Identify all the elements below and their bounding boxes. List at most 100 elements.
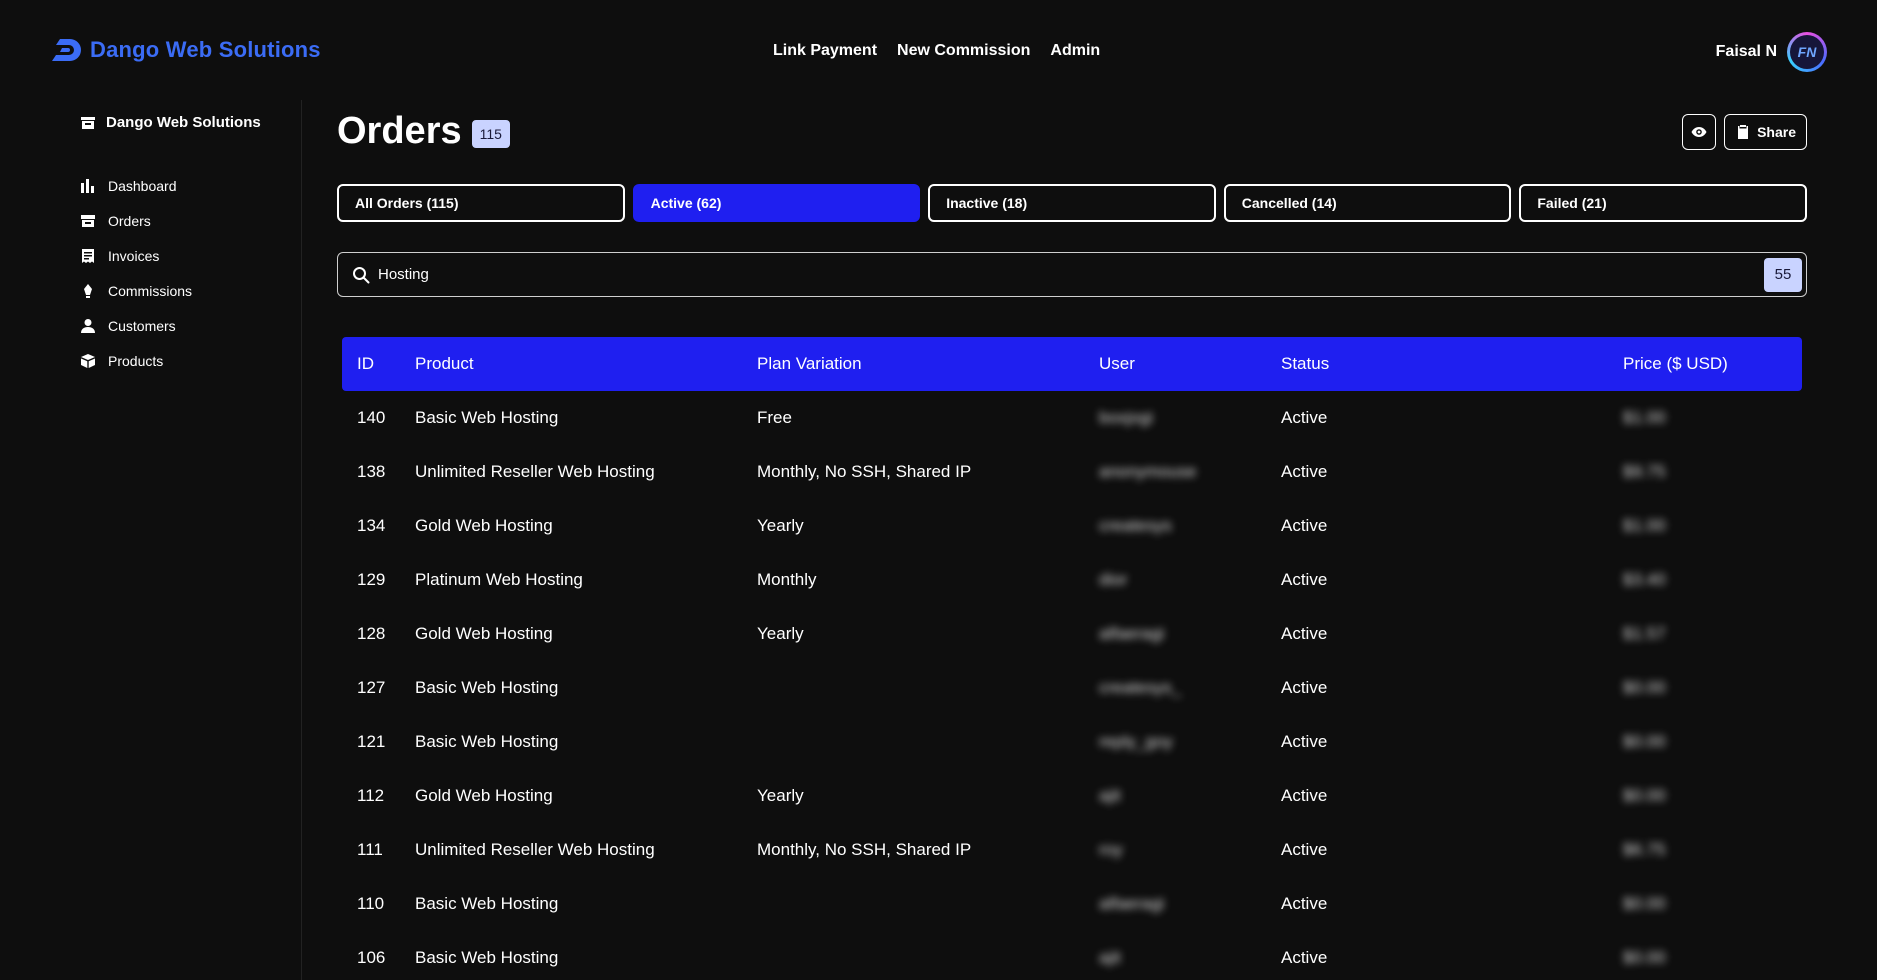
cell-product: Platinum Web Hosting bbox=[415, 570, 583, 589]
cell-id: 134 bbox=[357, 516, 386, 535]
sidebar-nav: Dashboard Orders Invoices Commissions Cu… bbox=[80, 168, 192, 378]
sidebar-item-commissions[interactable]: Commissions bbox=[80, 273, 192, 308]
table-row[interactable]: 127 Basic Web Hosting createsys_ Active $0.0… bbox=[342, 661, 1802, 715]
table-row[interactable]: 106 Basic Web Hosting ajit Active $0.00 bbox=[342, 931, 1802, 980]
cell-status: Active bbox=[1281, 624, 1328, 643]
cell-user: createsys bbox=[1099, 516, 1172, 535]
cell-plan: Free bbox=[757, 408, 792, 427]
col-header-id[interactable]: ID bbox=[342, 354, 415, 374]
cell-user: dior bbox=[1099, 570, 1128, 589]
sidebar-item-invoices[interactable]: Invoices bbox=[80, 238, 192, 273]
sidebar-item-dashboard[interactable]: Dashboard bbox=[80, 168, 192, 203]
cell-price: $0.00 bbox=[1623, 786, 1666, 805]
user-menu[interactable]: Faisal N FN bbox=[1716, 32, 1827, 72]
search-input[interactable] bbox=[378, 266, 1764, 283]
order-count-badge: 115 bbox=[471, 119, 510, 148]
share-button[interactable]: Share bbox=[1724, 114, 1807, 150]
cell-id: 111 bbox=[357, 840, 383, 859]
col-header-status[interactable]: Status bbox=[1281, 354, 1623, 374]
table-body: 140 Basic Web Hosting Free boxjogi Active $1.… bbox=[342, 391, 1802, 980]
cell-status: Active bbox=[1281, 516, 1328, 535]
table-row[interactable]: 128 Gold Web Hosting Yearly alfaeragi Active… bbox=[342, 607, 1802, 661]
search-bar: 55 bbox=[337, 252, 1807, 297]
cell-status: Active bbox=[1281, 840, 1328, 859]
col-header-price[interactable]: Price ($ USD) bbox=[1623, 354, 1802, 374]
cell-product: Unlimited Reseller Web Hosting bbox=[415, 462, 655, 481]
nav-new-commission[interactable]: New Commission bbox=[897, 42, 1030, 60]
cell-user: boxjogi bbox=[1099, 408, 1153, 427]
cell-id: 138 bbox=[357, 462, 386, 481]
bar-chart-icon bbox=[80, 178, 96, 194]
sidebar-org[interactable]: Dango Web Solutions bbox=[80, 114, 261, 131]
tab-all-orders[interactable]: All Orders (115) bbox=[337, 184, 625, 222]
sidebar-item-products[interactable]: Products bbox=[80, 343, 192, 378]
nav-link-payment[interactable]: Link Payment bbox=[773, 42, 877, 60]
share-label: Share bbox=[1757, 124, 1796, 140]
tab-active[interactable]: Active (62) bbox=[632, 184, 921, 222]
cell-price: $0.00 bbox=[1623, 894, 1666, 913]
cell-id: 140 bbox=[357, 408, 386, 427]
sidebar-item-orders[interactable]: Orders bbox=[80, 203, 192, 238]
cell-status: Active bbox=[1281, 894, 1328, 913]
col-header-plan[interactable]: Plan Variation bbox=[757, 354, 1099, 374]
cell-status: Active bbox=[1281, 948, 1328, 967]
table-row[interactable]: 129 Platinum Web Hosting Monthly dior Active… bbox=[342, 553, 1802, 607]
cell-id: 110 bbox=[357, 894, 385, 913]
eye-icon bbox=[1691, 127, 1707, 137]
cell-price: $6.75 bbox=[1623, 840, 1666, 859]
search-result-count: 55 bbox=[1764, 257, 1802, 292]
table-row[interactable]: 140 Basic Web Hosting Free boxjogi Active $1.… bbox=[342, 391, 1802, 445]
sidebar-org-name: Dango Web Solutions bbox=[106, 114, 261, 131]
table-row[interactable]: 138 Unlimited Reseller Web Hosting Monthly… bbox=[342, 445, 1802, 499]
col-header-product[interactable]: Product bbox=[415, 354, 757, 374]
page-actions: Share bbox=[1682, 114, 1807, 150]
cell-plan: Yearly bbox=[757, 516, 804, 535]
user-name: Faisal N bbox=[1715, 43, 1777, 60]
tab-cancelled[interactable]: Cancelled (14) bbox=[1223, 184, 1512, 222]
cell-price: $1.00 bbox=[1623, 408, 1666, 427]
cell-price: $3.40 bbox=[1623, 570, 1666, 589]
sidebar-item-label: Orders bbox=[108, 212, 151, 229]
sidebar: Dango Web Solutions Dashboard Orders Inv… bbox=[0, 100, 302, 980]
store-icon bbox=[80, 115, 96, 131]
col-header-user[interactable]: User bbox=[1099, 354, 1281, 374]
cell-price: $0.00 bbox=[1623, 948, 1666, 967]
title-row: Orders 115 bbox=[337, 110, 510, 153]
cell-price: $1.57 bbox=[1623, 624, 1666, 643]
table-row[interactable]: 111 Unlimited Reseller Web Hosting Monthly… bbox=[342, 823, 1802, 877]
cell-product: Gold Web Hosting bbox=[415, 624, 553, 643]
table-row[interactable]: 112 Gold Web Hosting Yearly ajit Active $0.00 bbox=[342, 769, 1802, 823]
cell-id: 129 bbox=[357, 570, 386, 589]
brand-logo-icon bbox=[52, 39, 81, 61]
cell-product: Basic Web Hosting bbox=[415, 408, 559, 427]
tab-failed[interactable]: Failed (21) bbox=[1519, 184, 1807, 222]
cell-status: Active bbox=[1281, 678, 1328, 697]
cell-user: anonymouse bbox=[1099, 462, 1197, 481]
tab-inactive[interactable]: Inactive (18) bbox=[928, 184, 1216, 222]
avatar[interactable]: FN bbox=[1787, 32, 1827, 72]
table-row[interactable]: 121 Basic Web Hosting reply_goy Active $0.00 bbox=[342, 715, 1802, 769]
cell-id: 112 bbox=[357, 786, 385, 805]
cell-id: 121 bbox=[357, 732, 386, 751]
cell-status: Active bbox=[1281, 786, 1328, 805]
top-nav: Link Payment New Commission Admin bbox=[773, 42, 1100, 60]
table-row[interactable]: 110 Basic Web Hosting alfaeragi Active $0.00 bbox=[342, 877, 1802, 931]
search-icon bbox=[353, 266, 370, 283]
sidebar-item-customers[interactable]: Customers bbox=[80, 308, 192, 343]
orders-table: ID Product Plan Variation User Status Pr… bbox=[342, 337, 1802, 980]
receipt-icon bbox=[80, 248, 96, 264]
cell-product: Basic Web Hosting bbox=[415, 894, 559, 913]
cell-status: Active bbox=[1281, 570, 1328, 589]
table-row[interactable]: 134 Gold Web Hosting Yearly createsys Active… bbox=[342, 499, 1802, 553]
nav-admin[interactable]: Admin bbox=[1050, 42, 1100, 60]
toggle-visibility-button[interactable] bbox=[1682, 114, 1717, 150]
cell-product: Basic Web Hosting bbox=[415, 948, 559, 967]
cube-icon bbox=[80, 353, 96, 369]
cell-user: alfaeragi bbox=[1099, 894, 1165, 913]
brand-link[interactable]: Dango Web Solutions bbox=[50, 36, 321, 64]
cell-user: ajit bbox=[1099, 786, 1121, 805]
user-icon bbox=[80, 318, 96, 334]
sidebar-item-label: Commissions bbox=[108, 282, 193, 299]
cell-price: $0.00 bbox=[1623, 732, 1666, 751]
cell-price: $0.00 bbox=[1623, 678, 1666, 697]
